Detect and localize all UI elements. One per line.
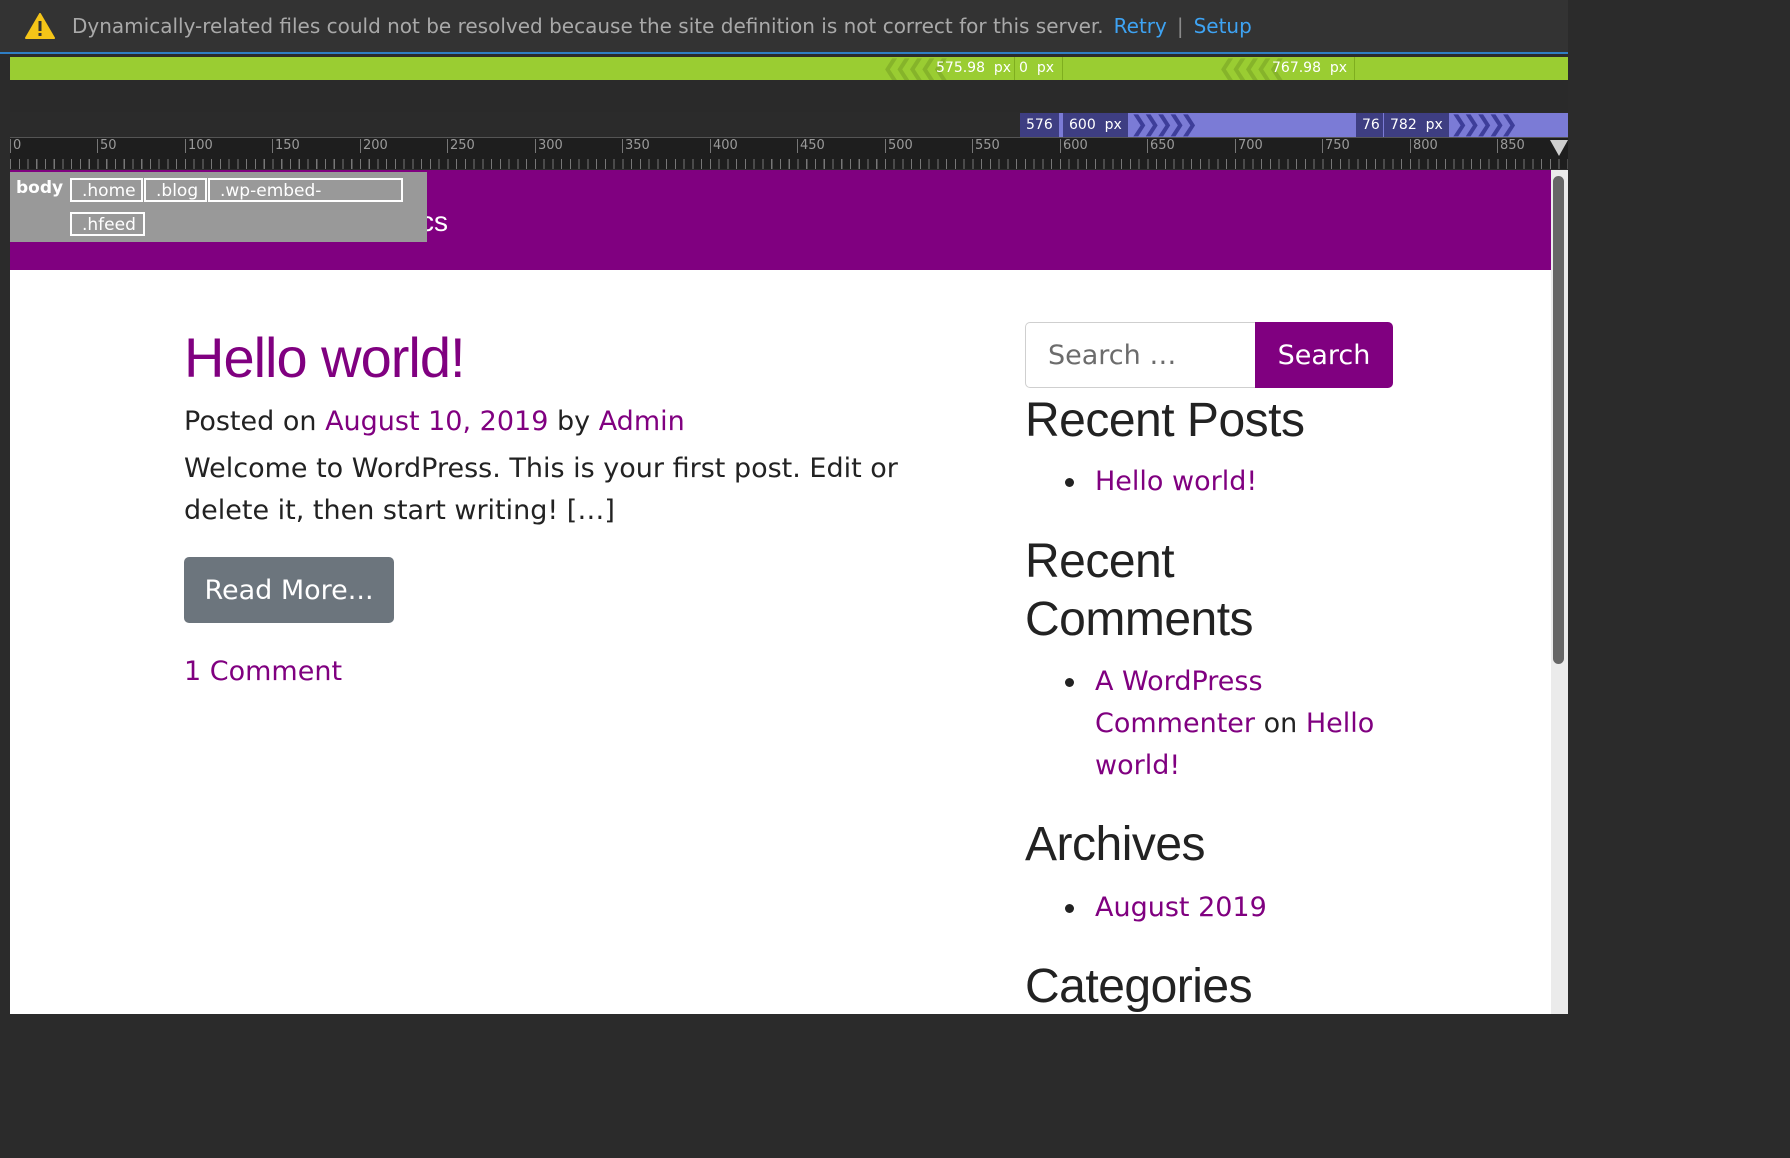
- chevron-left-icon: ❮❮❮❮❮: [1218, 56, 1286, 81]
- class-pill-blog[interactable]: .blog: [144, 178, 207, 202]
- chevron-right-icon: ❯❯❯❯❯: [1450, 112, 1518, 137]
- categories-heading: Categories: [1025, 960, 1253, 1013]
- live-view: cs body .home .blog .wp-embed- .hfeed He…: [10, 170, 1551, 1014]
- ruler-tick: 550: [972, 139, 1000, 153]
- comment-author-link[interactable]: A WordPress Commenter: [1095, 666, 1263, 739]
- ruler-minor-ticks: [10, 159, 1568, 169]
- site-definition-warning-bar: Dynamically-related files could not be r…: [0, 0, 1568, 54]
- ruler-tick: 50: [97, 139, 117, 153]
- setup-link[interactable]: Setup: [1194, 14, 1252, 38]
- archives-list: August 2019: [1025, 887, 1267, 929]
- mq-marker-767[interactable]: 767.98 px: [1272, 57, 1356, 80]
- ruler-tick: 250: [447, 139, 475, 153]
- element-tag: body: [16, 178, 64, 198]
- recent-posts-list: Hello world!: [1025, 461, 1257, 503]
- list-item: August 2019: [1025, 887, 1267, 929]
- by-label: by: [556, 406, 591, 437]
- recent-post-link[interactable]: Hello world!: [1095, 466, 1257, 497]
- ruler-tick: 600: [1060, 139, 1088, 153]
- list-item: A WordPress Commenter on Hello world!: [1025, 661, 1395, 787]
- warning-triangle-icon: [24, 12, 56, 40]
- search-input[interactable]: [1025, 322, 1255, 388]
- class-pill-home[interactable]: .home: [70, 178, 143, 202]
- class-pill-wp-embed[interactable]: .wp-embed-: [208, 178, 403, 202]
- mq-marker-782[interactable]: 782 px: [1383, 113, 1449, 137]
- media-query-bar-min-width[interactable]: 576 600 px ❯❯❯❯❯ 76 782 px ❯❯❯❯❯: [1020, 113, 1568, 137]
- bullet: [1065, 904, 1074, 913]
- list-item: Hello world!: [1025, 461, 1257, 503]
- chevron-right-icon: ❯❯❯❯❯: [1130, 112, 1198, 137]
- bullet: [1065, 478, 1074, 487]
- link-separator: |: [1176, 14, 1184, 38]
- post-date-link[interactable]: August 10, 2019: [325, 406, 548, 437]
- author-link[interactable]: Admin: [599, 406, 685, 437]
- ruler-tick: 150: [272, 139, 300, 153]
- ruler-tick: 350: [622, 139, 650, 153]
- on-label: on: [1263, 708, 1298, 739]
- ruler-tick: 200: [360, 139, 388, 153]
- archives-heading: Archives: [1025, 818, 1206, 871]
- mq-marker-76[interactable]: 76: [1356, 113, 1386, 137]
- mq-marker-600[interactable]: 600 px: [1062, 113, 1128, 137]
- pixel-ruler[interactable]: 0 50 100 150 200 250 300 350 400 450 500…: [10, 137, 1568, 169]
- ruler-tick: 850: [1497, 139, 1525, 153]
- post-excerpt: Welcome to WordPress. This is your first…: [184, 453, 898, 526]
- mq-marker-576[interactable]: 576: [1020, 113, 1059, 137]
- warning-message: Dynamically-related files could not be r…: [72, 14, 1104, 38]
- retry-link[interactable]: Retry: [1114, 14, 1167, 38]
- recent-comments-heading: Recent Comments: [1025, 535, 1254, 646]
- mq-divider: [1354, 57, 1355, 80]
- class-pill-hfeed[interactable]: .hfeed: [70, 212, 145, 236]
- chevron-left-icon: ❮❮❮❮❮: [882, 56, 950, 81]
- archive-link[interactable]: August 2019: [1095, 892, 1267, 923]
- recent-posts-heading: Recent Posts: [1025, 394, 1305, 447]
- ruler-tick: 700: [1235, 139, 1263, 153]
- posted-on-label: Posted on: [184, 406, 317, 437]
- comments-link[interactable]: 1 Comment: [184, 656, 342, 687]
- bullet: [1065, 678, 1074, 687]
- post-meta: Posted on August 10, 2019 by Admin: [184, 406, 685, 437]
- ruler-tick: 750: [1322, 139, 1350, 153]
- ruler-tick: 300: [535, 139, 563, 153]
- media-query-gap: [10, 80, 1568, 112]
- recent-comments-list: A WordPress Commenter on Hello world!: [1025, 661, 1395, 787]
- search-button[interactable]: Search: [1255, 322, 1393, 388]
- ruler-resize-handle[interactable]: [1550, 140, 1568, 156]
- post-title[interactable]: Hello world!: [184, 325, 466, 390]
- media-query-bar-max-width[interactable]: ❮❮❮❮❮ 575.98 px 0 px ❮❮❮❮❮ 767.98 px: [10, 57, 1568, 80]
- mq-marker-575[interactable]: 575.98 px: [936, 57, 1011, 80]
- read-more-button[interactable]: Read More...: [184, 557, 394, 623]
- ruler-tick: 500: [885, 139, 913, 153]
- scrollbar-thumb[interactable]: [1553, 176, 1564, 664]
- ruler-tick: 650: [1147, 139, 1175, 153]
- ruler-tick: 450: [797, 139, 825, 153]
- ruler-tick: 400: [710, 139, 738, 153]
- ruler-tick: 0: [10, 139, 21, 153]
- mq-marker-0[interactable]: 0 px: [1014, 57, 1064, 80]
- element-hud[interactable]: body .home .blog .wp-embed- .hfeed: [10, 172, 427, 242]
- ruler-tick: 800: [1410, 139, 1438, 153]
- ruler-tick: 100: [185, 139, 213, 153]
